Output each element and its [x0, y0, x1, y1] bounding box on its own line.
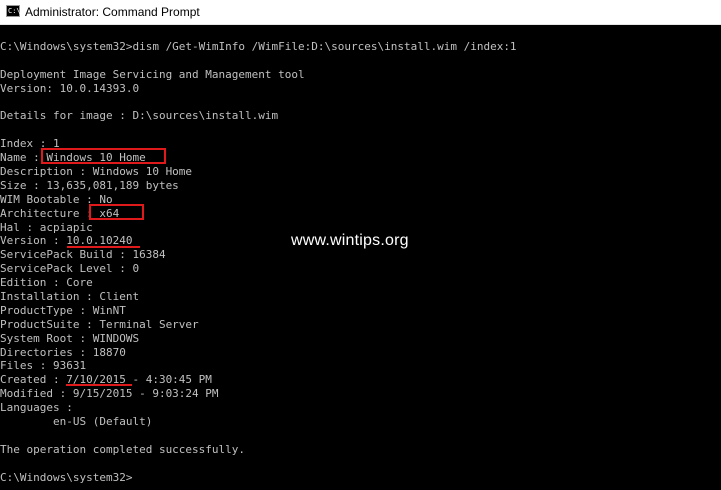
console-line: Version: 10.0.14393.0 — [0, 81, 140, 95]
console-area[interactable]: C:\Windows\system32>dism /Get-WimInfo /W… — [0, 25, 721, 490]
console-line: ServicePack Level : 0 — [0, 262, 140, 276]
window-title: Administrator: Command Prompt — [25, 5, 200, 19]
console-line: Modified : 9/15/2015 - 9:03:24 PM — [0, 387, 219, 401]
highlight-box-architecture — [89, 204, 144, 220]
console-line: Hal : acpiapic — [0, 220, 93, 234]
console-line: Size : 13,635,081,189 bytes — [0, 178, 179, 192]
console-line: The operation completed successfully. — [0, 442, 246, 456]
console-line: Directories : 18870 — [0, 345, 126, 359]
cmd-icon: C:\ — [6, 5, 21, 17]
console-line: ProductType : WinNT — [0, 303, 126, 317]
console-line: Architecture : x64 — [0, 206, 120, 220]
console-line: Deployment Image Servicing and Managemen… — [0, 67, 305, 81]
console-line: Files : 93631 — [0, 359, 87, 373]
underline-version — [67, 246, 140, 248]
console-line: en-US (Default) — [0, 415, 153, 429]
console-line: Languages : — [0, 401, 73, 415]
console-line: ProductSuite : Terminal Server — [0, 317, 199, 331]
underline-created — [66, 384, 132, 386]
console-line: C:\Windows\system32>dism /Get-WimInfo /W… — [0, 40, 517, 53]
console-line: C:\Windows\system32> — [0, 470, 133, 484]
console-line: Details for image : D:\sources\install.w… — [0, 109, 279, 123]
console-line: Edition : Core — [0, 276, 93, 290]
highlight-box-name — [41, 148, 166, 164]
console-line: Description : Windows 10 Home — [0, 165, 193, 179]
console-line: System Root : WINDOWS — [0, 331, 140, 345]
console-line: ServicePack Build : 16384 — [0, 248, 166, 262]
console-line: Installation : Client — [0, 290, 140, 304]
console-output: C:\Windows\system32>dism /Get-WimInfo /W… — [0, 40, 517, 485]
title-bar[interactable]: C:\ Administrator: Command Prompt — [0, 0, 721, 25]
command-prompt-window: C:\ Administrator: Command Prompt C:\Win… — [0, 0, 721, 490]
console-line: WIM Bootable : No — [0, 192, 113, 206]
watermark-text: www.wintips.org — [291, 232, 409, 249]
